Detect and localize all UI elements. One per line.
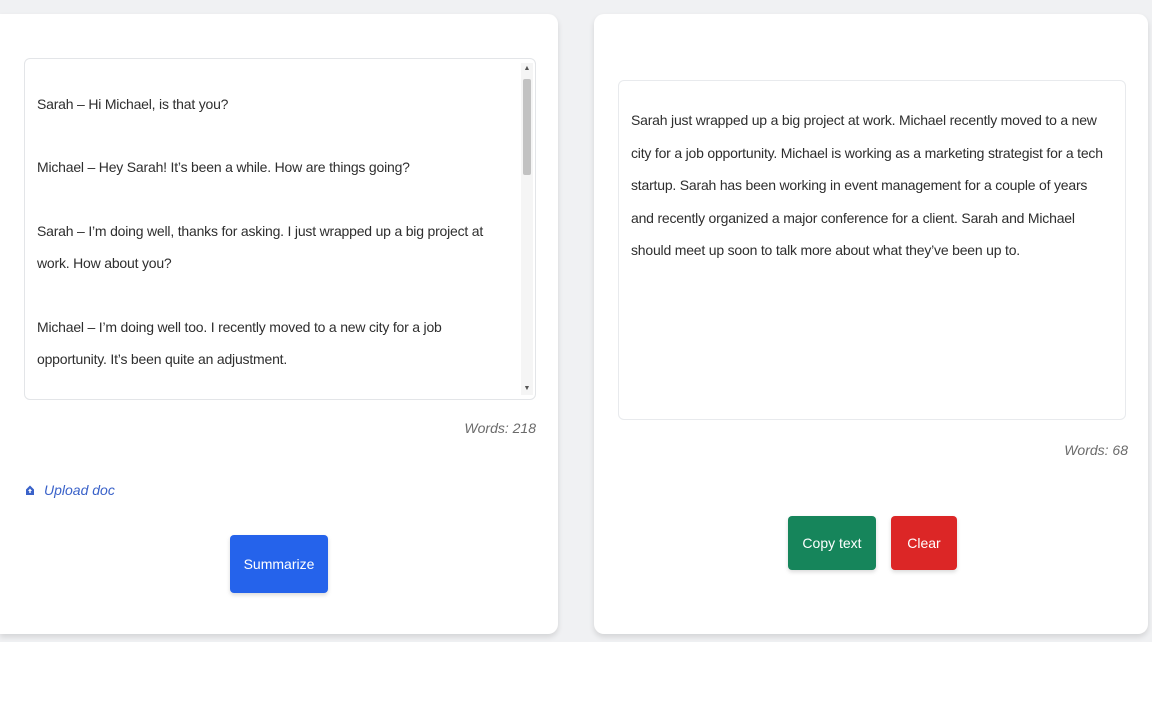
input-word-count: Words: 218 xyxy=(464,420,536,436)
scroll-down-arrow-icon[interactable]: ▼ xyxy=(521,383,533,395)
clear-button[interactable]: Clear xyxy=(891,516,957,570)
message-3: Sarah – I’m doing well, thanks for askin… xyxy=(37,223,484,271)
input-panel: Sarah – Hi Michael, is that you? Michael… xyxy=(0,14,558,634)
message-4: Michael – I’m doing well too. I recently… xyxy=(37,319,442,367)
summary-output[interactable]: Sarah just wrapped up a big project at w… xyxy=(618,80,1126,420)
summary-text: Sarah just wrapped up a big project at w… xyxy=(631,112,1103,258)
input-scrollbar[interactable]: ▲ ▼ xyxy=(521,63,533,395)
message-1: Sarah – Hi Michael, is that you? xyxy=(37,96,229,112)
cloud-upload-icon xyxy=(26,485,34,495)
scroll-up-arrow-icon[interactable]: ▲ xyxy=(521,63,533,75)
scrollbar-thumb[interactable] xyxy=(523,79,531,175)
input-text-content[interactable]: Sarah – Hi Michael, is that you? Michael… xyxy=(25,59,519,399)
output-word-count: Words: 68 xyxy=(1064,442,1128,458)
output-panel: Sarah just wrapped up a big project at w… xyxy=(594,14,1148,634)
upload-doc-label: Upload doc xyxy=(44,482,115,498)
copy-text-button[interactable]: Copy text xyxy=(788,516,876,570)
message-2: Michael – Hey Sarah! It’s been a while. … xyxy=(37,159,410,175)
summarize-button[interactable]: Summarize xyxy=(230,535,328,593)
input-textarea[interactable]: Sarah – Hi Michael, is that you? Michael… xyxy=(24,58,536,400)
upload-doc-link[interactable]: Upload doc xyxy=(24,482,115,498)
